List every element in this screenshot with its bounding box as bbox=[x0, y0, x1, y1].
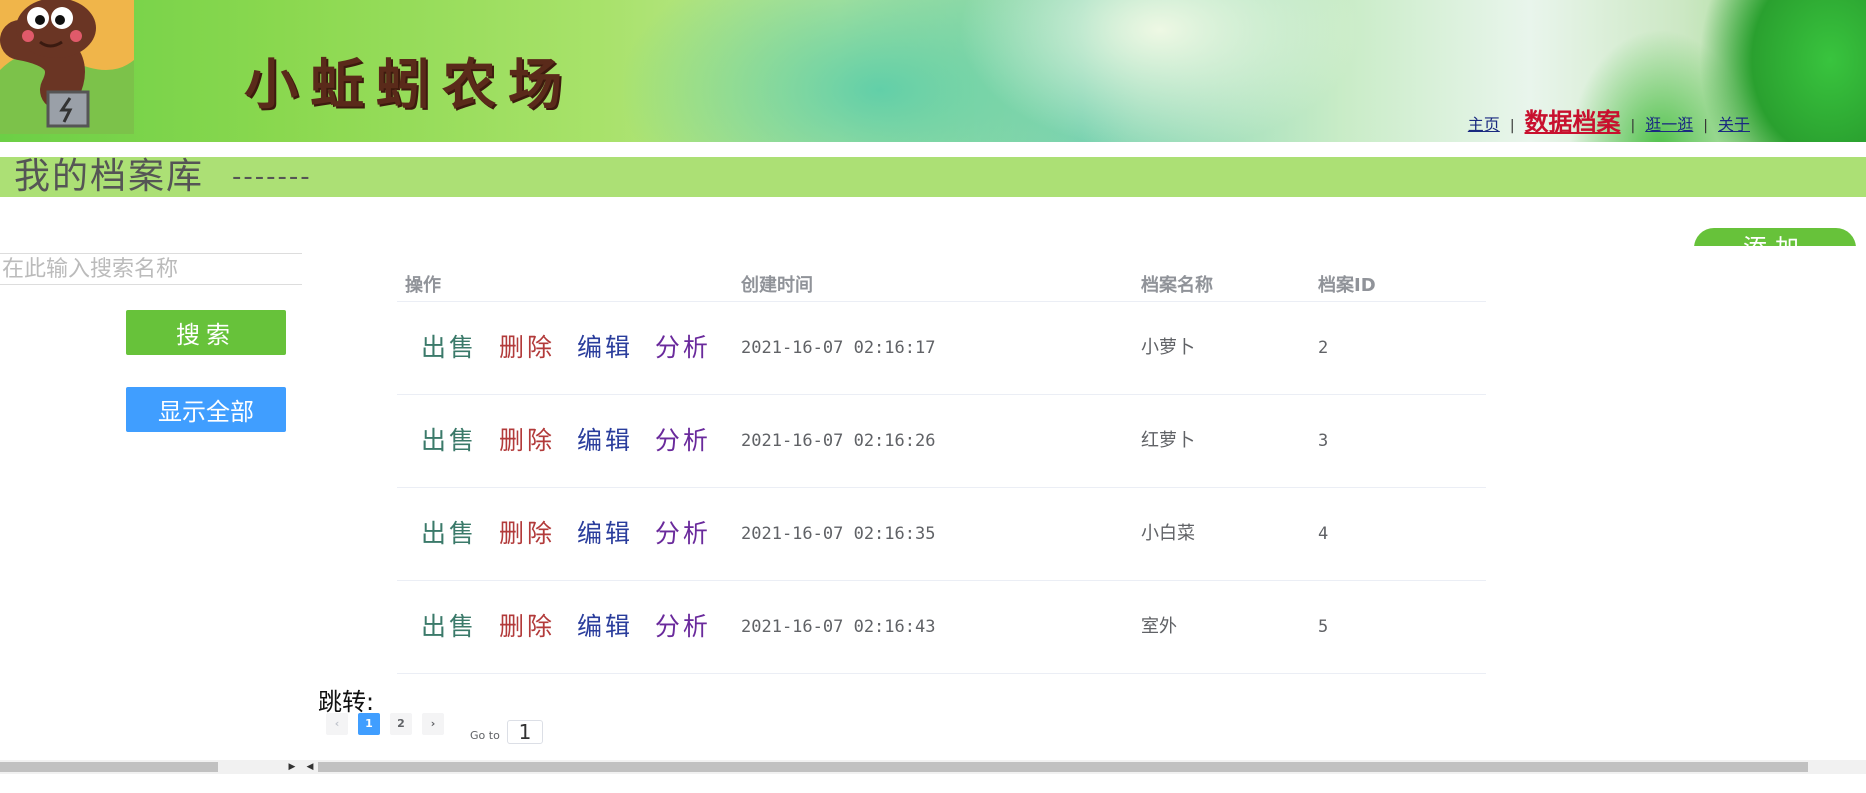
column-header-id: 档案ID bbox=[1318, 275, 1376, 296]
sidebar-horizontal-scrollbar[interactable]: ▶ bbox=[0, 760, 304, 774]
brand-title: 小蚯蚓农场 bbox=[244, 53, 574, 116]
table-row: 出售 删除 编辑 分析 2021-16-07 02:16:35 小白菜 4 bbox=[397, 488, 1486, 581]
row-actions: 出售 删除 编辑 分析 bbox=[421, 581, 722, 673]
sell-link[interactable]: 出售 bbox=[421, 333, 477, 362]
top-nav: 主页 | 数据档案 | 逛一逛 | 关于 bbox=[1468, 102, 1750, 137]
row-actions: 出售 删除 编辑 分析 bbox=[421, 395, 722, 487]
archive-id: 3 bbox=[1318, 431, 1329, 451]
jump-label: 跳转: bbox=[318, 688, 375, 716]
archive-id: 2 bbox=[1318, 338, 1329, 358]
earthworm-mascot-icon bbox=[0, 0, 134, 134]
archive-name: 小白菜 bbox=[1141, 523, 1195, 544]
analyze-link[interactable]: 分析 bbox=[655, 333, 711, 362]
row-actions: 出售 删除 编辑 分析 bbox=[421, 302, 722, 394]
archive-name: 室外 bbox=[1141, 616, 1177, 637]
search-input[interactable] bbox=[0, 253, 302, 285]
analyze-link[interactable]: 分析 bbox=[655, 612, 711, 641]
edit-link[interactable]: 编辑 bbox=[577, 519, 633, 548]
column-header-actions: 操作 bbox=[405, 275, 441, 296]
column-header-created: 创建时间 bbox=[741, 275, 813, 296]
created-time: 2021-16-07 02:16:26 bbox=[741, 431, 936, 451]
created-time: 2021-16-07 02:16:17 bbox=[741, 338, 936, 358]
add-button-clip: 添加 bbox=[1694, 228, 1856, 246]
scrollbar-thumb[interactable] bbox=[318, 762, 1808, 772]
sell-link[interactable]: 出售 bbox=[421, 612, 477, 641]
add-button[interactable]: 添加 bbox=[1694, 228, 1856, 246]
nav-data-archive-link[interactable]: 数据档案 bbox=[1525, 102, 1621, 137]
created-time: 2021-16-07 02:16:35 bbox=[741, 524, 936, 544]
delete-link[interactable]: 删除 bbox=[499, 426, 555, 455]
goto-label: Go to bbox=[470, 729, 500, 742]
archive-name: 小萝卜 bbox=[1141, 337, 1195, 358]
triangle-right-icon[interactable]: ▶ bbox=[286, 760, 298, 774]
table-header: 操作 创建时间 档案名称 档案ID bbox=[397, 263, 1486, 302]
prev-page-button[interactable]: ‹ bbox=[326, 713, 348, 735]
next-page-button[interactable]: › bbox=[422, 713, 444, 735]
created-time: 2021-16-07 02:16:43 bbox=[741, 617, 936, 637]
nav-about-link[interactable]: 关于 bbox=[1718, 111, 1750, 135]
header-banner: 小蚯蚓农场 主页 | 数据档案 | 逛一逛 | 关于 bbox=[0, 0, 1866, 142]
pagination: ‹ 1 2 › bbox=[326, 713, 454, 735]
table-row: 出售 删除 编辑 分析 2021-16-07 02:16:26 红萝卜 3 bbox=[397, 395, 1486, 488]
page-button-1[interactable]: 1 bbox=[358, 713, 380, 735]
section-bar: 我的档案库 ------- bbox=[0, 157, 1866, 197]
sell-link[interactable]: 出售 bbox=[421, 519, 477, 548]
archive-name: 红萝卜 bbox=[1141, 430, 1195, 451]
delete-link[interactable]: 删除 bbox=[499, 519, 555, 548]
archive-table: 操作 创建时间 档案名称 档案ID 出售 删除 编辑 分析 2021-16-07… bbox=[397, 263, 1486, 674]
table-row: 出售 删除 编辑 分析 2021-16-07 02:16:43 室外 5 bbox=[397, 581, 1486, 674]
column-header-name: 档案名称 bbox=[1141, 275, 1213, 296]
table-row: 出售 删除 编辑 分析 2021-16-07 02:16:17 小萝卜 2 bbox=[397, 302, 1486, 395]
search-button[interactable]: 搜索 bbox=[126, 310, 286, 355]
nav-home-link[interactable]: 主页 bbox=[1468, 111, 1500, 135]
main-horizontal-scrollbar[interactable]: ◀ bbox=[304, 760, 1866, 774]
archive-id: 5 bbox=[1318, 617, 1329, 637]
row-actions: 出售 删除 编辑 分析 bbox=[421, 488, 722, 580]
analyze-link[interactable]: 分析 bbox=[655, 519, 711, 548]
scrollbar-thumb[interactable] bbox=[0, 762, 218, 772]
triangle-left-icon[interactable]: ◀ bbox=[304, 760, 316, 774]
nav-separator: | bbox=[1630, 118, 1636, 134]
edit-link[interactable]: 编辑 bbox=[577, 426, 633, 455]
show-all-button[interactable]: 显示全部 bbox=[126, 387, 286, 432]
section-dashes: ------- bbox=[232, 162, 312, 192]
nav-browse-link[interactable]: 逛一逛 bbox=[1645, 111, 1693, 135]
edit-link[interactable]: 编辑 bbox=[577, 612, 633, 641]
delete-link[interactable]: 删除 bbox=[499, 612, 555, 641]
archive-id: 4 bbox=[1318, 524, 1329, 544]
edit-link[interactable]: 编辑 bbox=[577, 333, 633, 362]
analyze-link[interactable]: 分析 bbox=[655, 426, 711, 455]
nav-separator: | bbox=[1509, 118, 1515, 134]
nav-separator: | bbox=[1703, 118, 1708, 134]
delete-link[interactable]: 删除 bbox=[499, 333, 555, 362]
page-button-2[interactable]: 2 bbox=[390, 713, 412, 735]
sell-link[interactable]: 出售 bbox=[421, 426, 477, 455]
section-title: 我的档案库 bbox=[14, 156, 205, 197]
goto-page-input[interactable] bbox=[507, 720, 543, 744]
